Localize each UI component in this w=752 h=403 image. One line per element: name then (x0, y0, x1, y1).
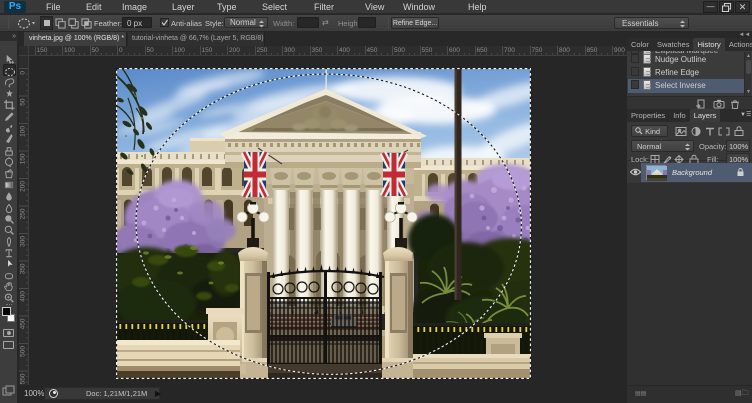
svg-text:0: 0 (20, 71, 27, 75)
svg-text:100: 100 (20, 126, 27, 137)
svg-text:50: 50 (20, 98, 27, 106)
svg-text:350: 350 (20, 263, 27, 274)
svg-text:550: 550 (20, 373, 27, 384)
svg-text:250: 250 (20, 208, 27, 219)
svg-text:200: 200 (20, 181, 27, 192)
svg-text:150: 150 (20, 153, 27, 164)
svg-text:500: 500 (20, 346, 27, 357)
svg-text:300: 300 (20, 236, 27, 247)
svg-text:450: 450 (20, 318, 27, 329)
svg-text:400: 400 (20, 291, 27, 302)
